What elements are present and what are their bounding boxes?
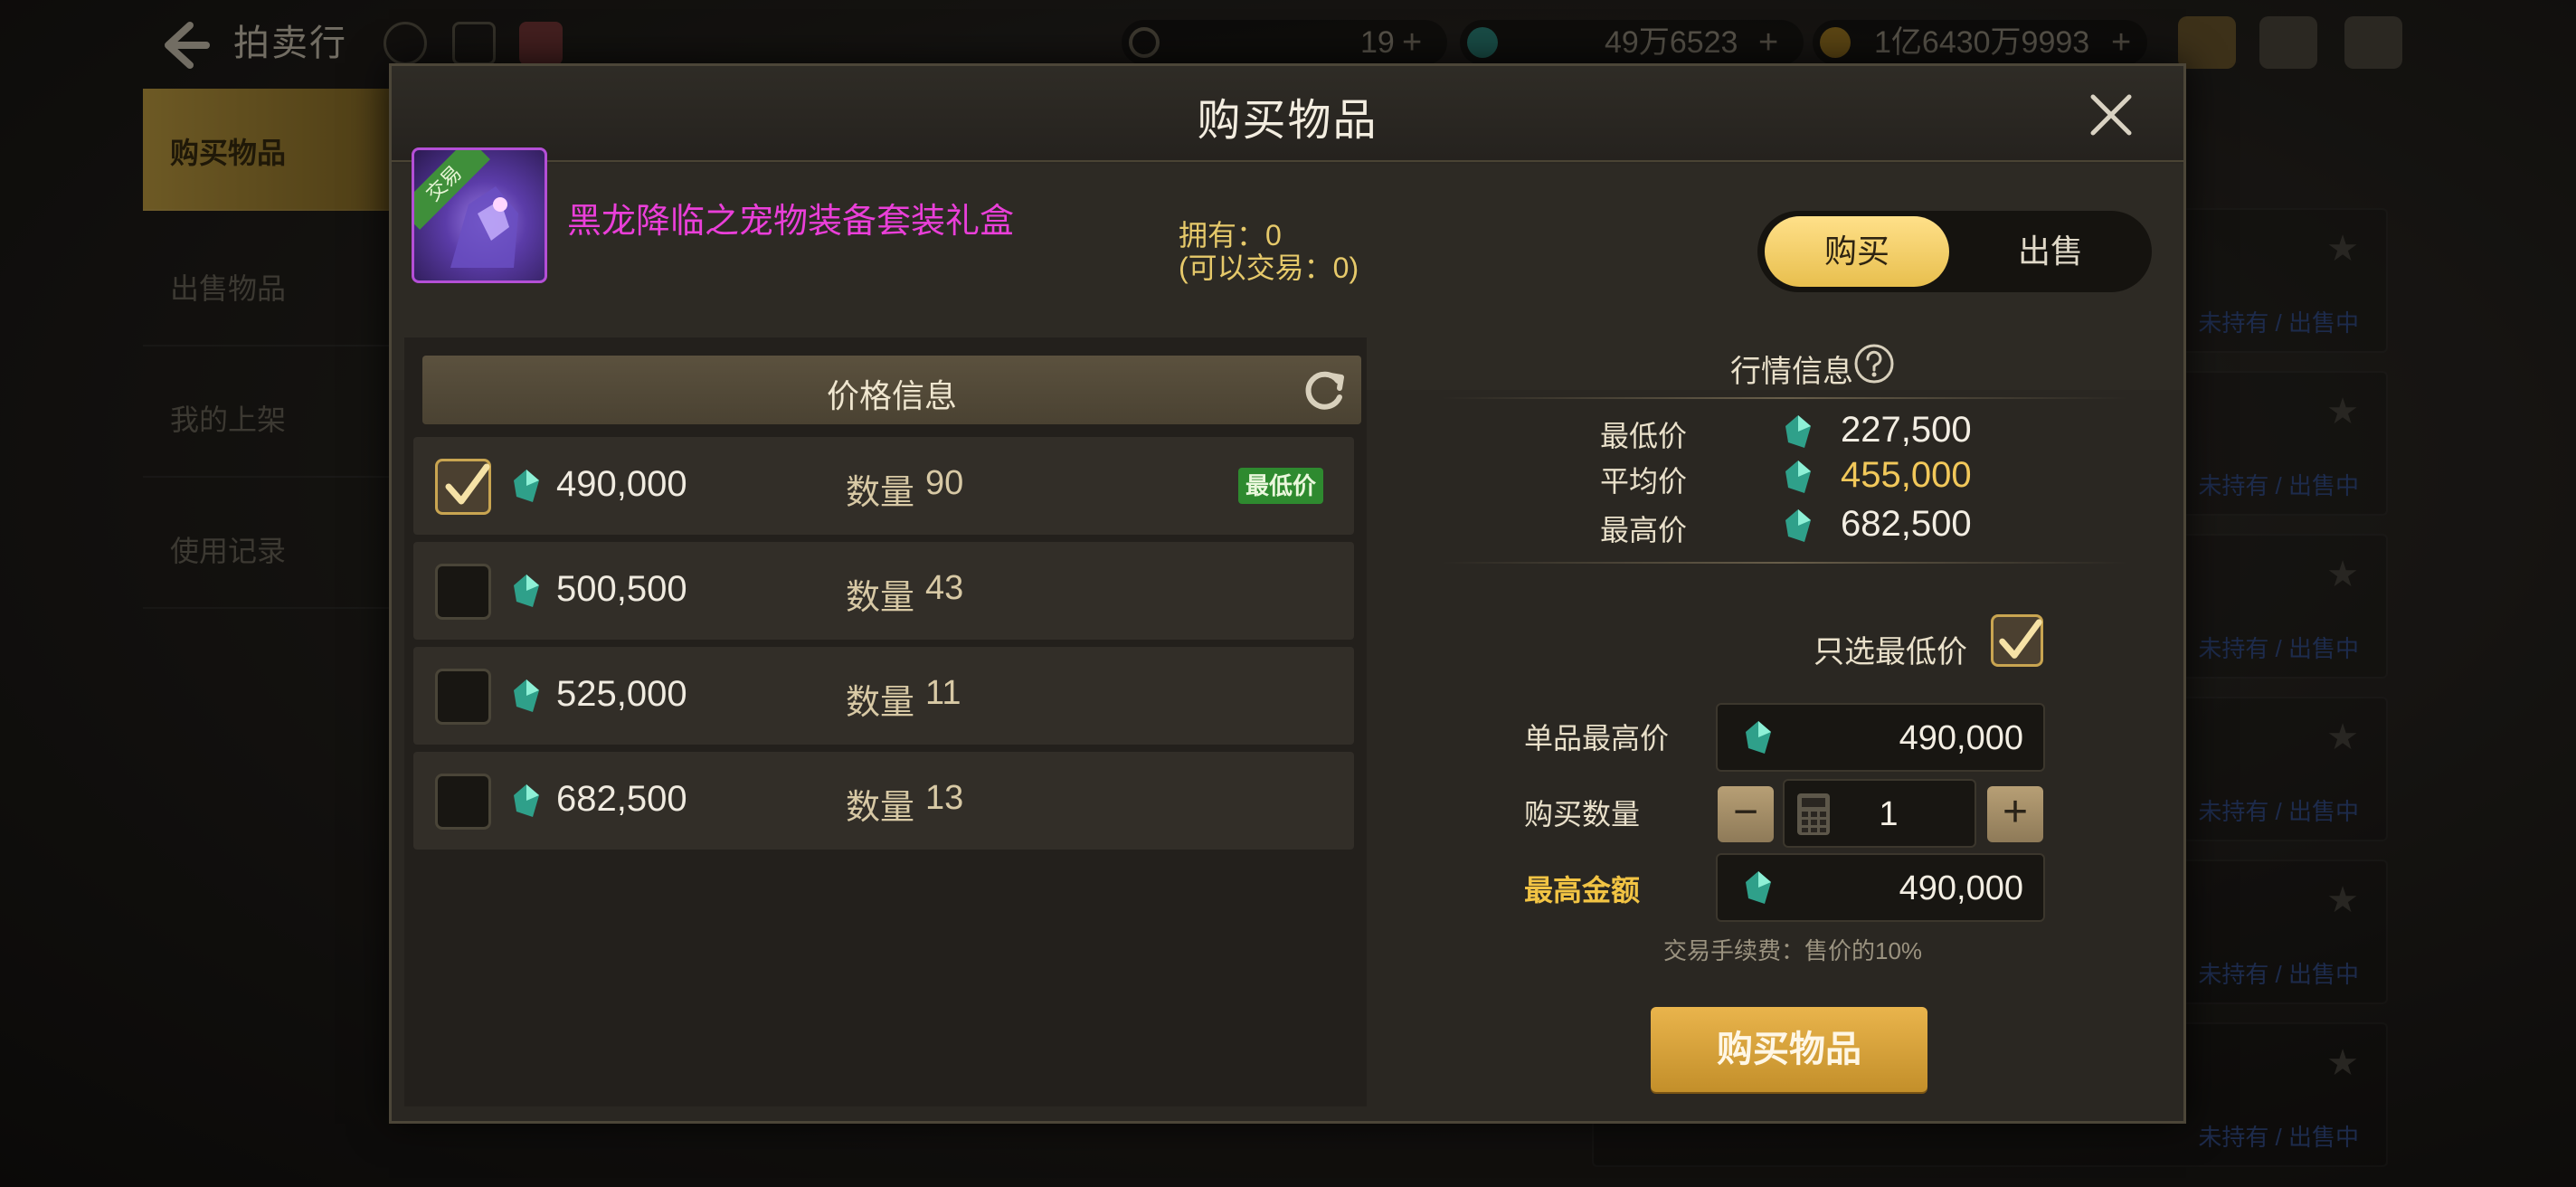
gem-icon	[1785, 461, 1811, 493]
market-info-title: 行情信息	[1730, 355, 1853, 389]
gem-icon	[514, 575, 539, 607]
only-lowest-label: 只选最低价	[1814, 635, 1967, 669]
row-qty-label: 数量	[846, 684, 915, 722]
max-total-value: 490,000	[1899, 869, 2023, 907]
gem-icon	[514, 679, 539, 712]
item-name: 黑龙降临之宠物装备套装礼盒	[567, 203, 1015, 241]
row-checkbox[interactable]	[435, 564, 491, 620]
only-lowest-checkbox[interactable]	[1991, 614, 2043, 667]
row-checkbox[interactable]	[435, 669, 491, 725]
tradeable-count: (可以交易：0)	[1179, 252, 1359, 284]
lowest-price-label: 最低价	[1600, 420, 1688, 452]
tab-sell[interactable]: 出售	[1958, 216, 2143, 287]
fee-note: 交易手续费：售价的10%	[1663, 937, 1923, 964]
row-price: 500,500	[556, 569, 687, 609]
divider	[1441, 562, 2128, 564]
gem-icon	[514, 784, 539, 817]
refresh-icon[interactable]	[1300, 366, 1349, 415]
row-price: 490,000	[556, 464, 687, 504]
price-list-panel: 价格信息 490,000 数量 90 最低价 500,500 数量 43 525…	[404, 337, 1367, 1106]
divider	[1441, 397, 2128, 399]
price-row[interactable]: 490,000 数量 90 最低价	[413, 437, 1354, 535]
price-row[interactable]: 500,500 数量 43	[413, 542, 1354, 640]
gem-icon	[514, 470, 539, 502]
row-checkbox[interactable]	[435, 774, 491, 830]
help-icon[interactable]	[1853, 343, 1895, 385]
buy-item-button[interactable]: 购买物品	[1651, 1007, 1927, 1092]
row-qty-label: 数量	[846, 474, 915, 512]
row-checkbox[interactable]	[435, 459, 491, 515]
row-qty-label: 数量	[846, 579, 915, 617]
price-info-title: 价格信息	[826, 377, 957, 414]
row-price: 525,000	[556, 674, 687, 714]
row-qty: 11	[925, 674, 961, 712]
row-qty: 43	[925, 569, 964, 607]
gem-icon	[1785, 415, 1811, 448]
lowest-price-value: 227,500	[1841, 410, 1972, 450]
unit-max-price-field[interactable]: 490,000	[1716, 703, 2045, 772]
lowest-price-badge: 最低价	[1238, 468, 1324, 504]
row-price: 682,500	[556, 779, 687, 819]
max-total-label: 最高金额	[1524, 874, 1641, 907]
price-info-header: 价格信息	[422, 356, 1361, 424]
price-row[interactable]: 525,000 数量 11	[413, 647, 1354, 745]
row-qty-label: 数量	[846, 789, 915, 827]
quantity-value: 1	[1879, 795, 1899, 833]
quantity-minus-button[interactable]: −	[1718, 786, 1774, 842]
average-price-label: 平均价	[1600, 465, 1688, 498]
gem-icon	[1785, 509, 1811, 542]
dialog-header: 购买物品	[392, 66, 2183, 162]
item-art-icon	[450, 186, 518, 268]
checkmark-icon	[1999, 619, 2042, 659]
average-price-value: 455,000	[1841, 455, 1972, 495]
highest-price-value: 682,500	[1841, 504, 1972, 544]
quantity-label: 购买数量	[1524, 798, 1641, 831]
unit-max-price-value: 490,000	[1899, 719, 2023, 757]
tab-buy[interactable]: 购买	[1765, 216, 1949, 287]
quantity-plus-button[interactable]: +	[1987, 786, 2043, 842]
checkmark-icon	[445, 463, 490, 505]
item-icon[interactable]: 交易	[412, 147, 547, 283]
dialog-title: 购买物品	[1197, 97, 1378, 145]
row-qty: 13	[925, 779, 964, 817]
quantity-input[interactable]: 1	[1783, 779, 1976, 848]
close-icon[interactable]	[2084, 88, 2138, 142]
gem-icon	[1746, 871, 1771, 904]
buy-sell-toggle: 购买 出售	[1757, 211, 2152, 292]
max-total-field: 490,000	[1716, 853, 2045, 922]
unit-max-price-label: 单品最高价	[1524, 722, 1670, 755]
price-row[interactable]: 682,500 数量 13	[413, 752, 1354, 850]
row-qty: 90	[925, 464, 964, 502]
buy-item-dialog: 购买物品 交易 黑龙降临之宠物装备套装礼盒 拥有：0 (可以交易：0) 购买 出…	[389, 63, 2186, 1124]
gem-icon	[1746, 721, 1771, 754]
highest-price-label: 最高价	[1600, 514, 1688, 546]
